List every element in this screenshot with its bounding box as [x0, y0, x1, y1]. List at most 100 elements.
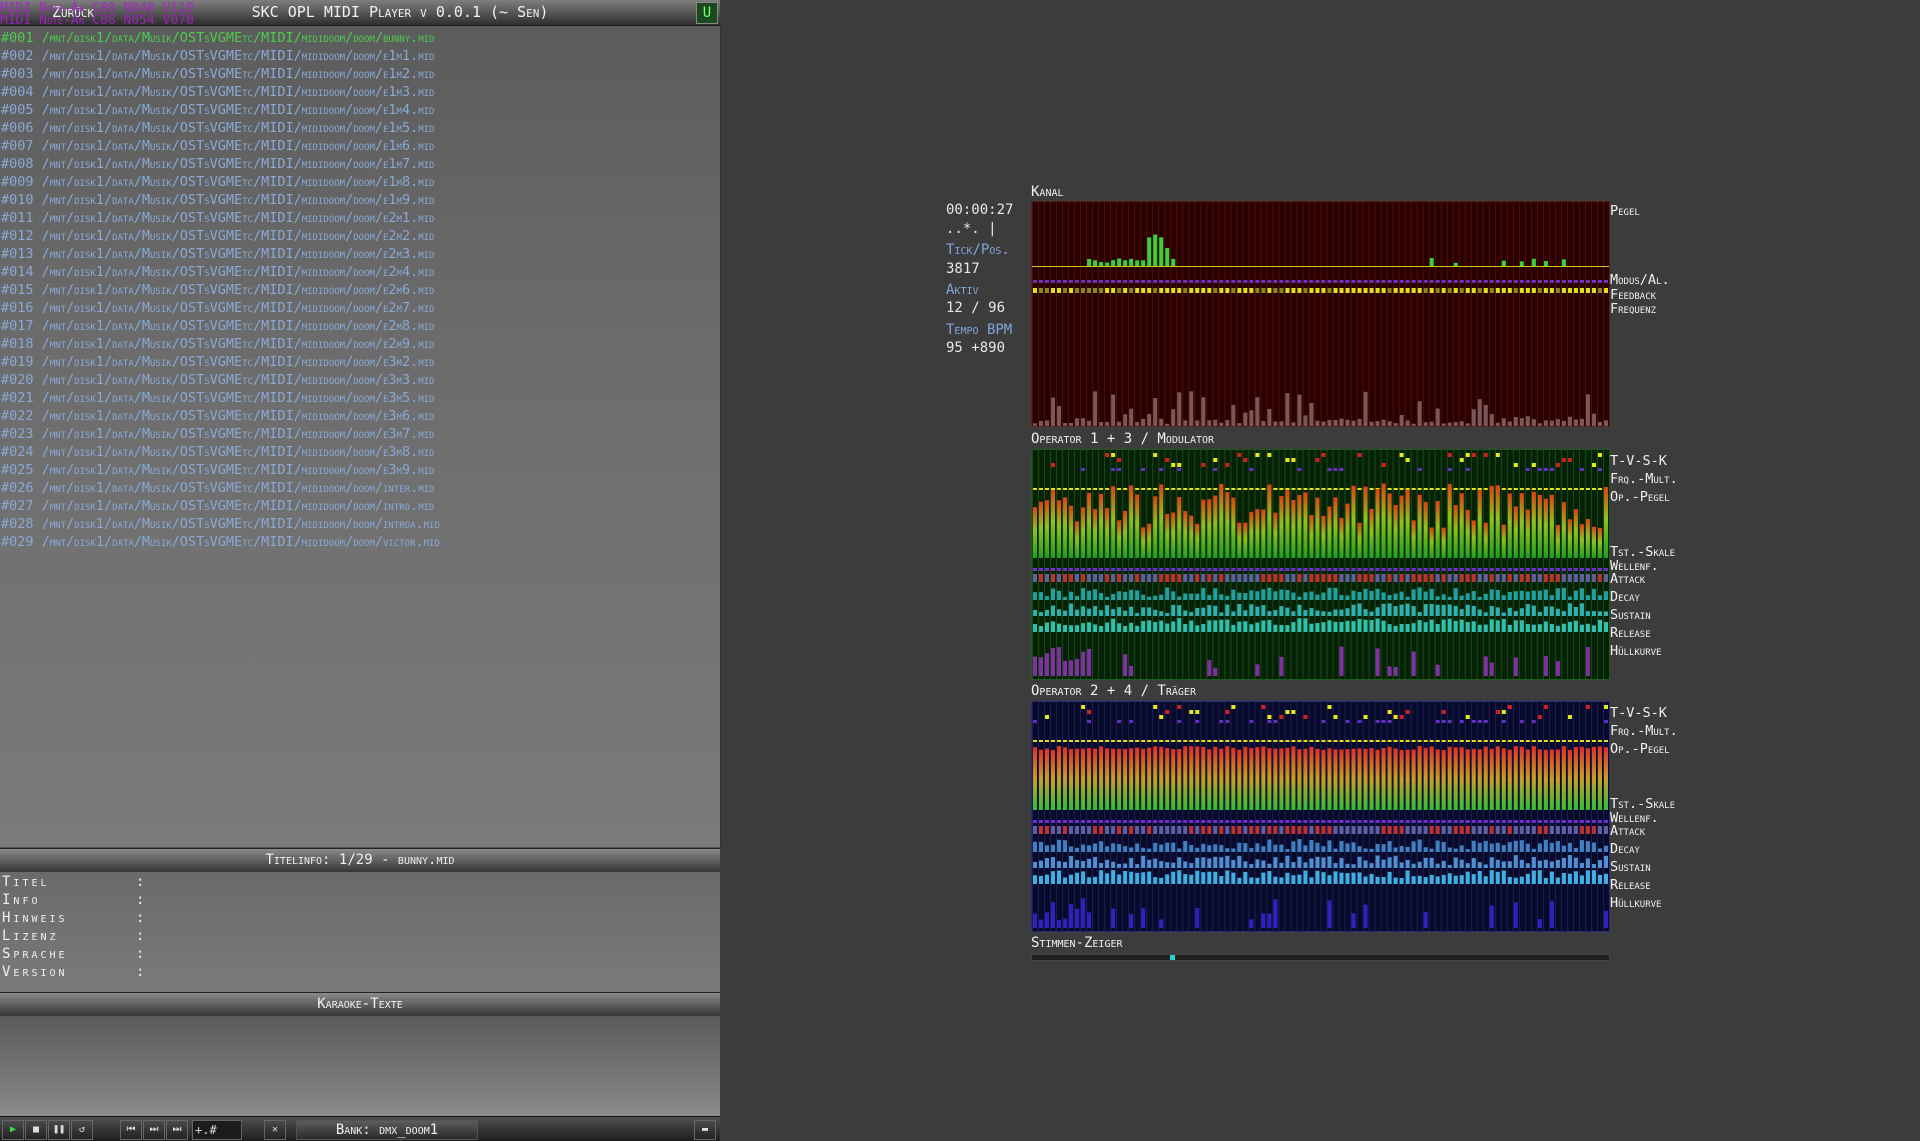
decay-bar	[1183, 593, 1188, 600]
titleinfo-label: Lizenz	[2, 928, 59, 944]
play-icon[interactable]: ▶	[2, 1120, 24, 1140]
freq-bar	[1213, 419, 1218, 426]
release-bar	[1111, 870, 1116, 884]
grid-line	[1572, 202, 1574, 426]
grid-line	[1404, 450, 1406, 679]
mode-mark	[1579, 280, 1584, 283]
release-bar	[1309, 623, 1314, 632]
playlist-item[interactable]: #022 /mnt/disk1/data/Musik/OSTsVGMEtc/MI…	[1, 407, 434, 425]
release-bar	[1243, 621, 1248, 632]
playlist-item[interactable]: #002 /mnt/disk1/data/Musik/OSTsVGMEtc/MI…	[1, 47, 434, 65]
playlist-item[interactable]: #021 /mnt/disk1/data/Musik/OSTsVGMEtc/MI…	[1, 389, 434, 407]
decay-bar	[1075, 595, 1080, 600]
playlist-item[interactable]: #007 /mnt/disk1/data/Musik/OSTsVGMEtc/MI…	[1, 137, 434, 155]
decay-bar	[1375, 588, 1380, 600]
playlist-item[interactable]: #004 /mnt/disk1/data/Musik/OSTsVGMEtc/MI…	[1, 83, 434, 101]
decay-bar	[1525, 591, 1530, 600]
playlist-item[interactable]: #029 /mnt/disk1/data/Musik/OSTsVGMEtc/MI…	[1, 533, 440, 551]
skip-forward-icon[interactable]: ⏭	[166, 1120, 188, 1140]
op-level-bar	[1039, 749, 1044, 810]
playlist-item[interactable]: #003 /mnt/disk1/data/Musik/OSTsVGMEtc/MI…	[1, 65, 434, 83]
playlist-item[interactable]: #006 /mnt/disk1/data/Musik/OSTsVGMEtc/MI…	[1, 119, 434, 137]
grid-line	[1458, 202, 1460, 426]
playlist-item[interactable]: #014 /mnt/disk1/data/Musik/OSTsVGMEtc/MI…	[1, 263, 434, 281]
op-level-bar	[1279, 496, 1284, 558]
decay-bar	[1483, 840, 1488, 852]
decay-bar	[1039, 592, 1044, 600]
freq-bar	[1273, 421, 1278, 426]
playlist-item[interactable]: #016 /mnt/disk1/data/Musik/OSTsVGMEtc/MI…	[1, 299, 434, 317]
close-icon[interactable]: ✕	[264, 1120, 286, 1140]
playlist-item[interactable]: #023 /mnt/disk1/data/Musik/OSTsVGMEtc/MI…	[1, 425, 434, 443]
level-line-mark	[1345, 488, 1350, 490]
playlist-item[interactable]: #011 /mnt/disk1/data/Musik/OSTsVGMEtc/MI…	[1, 209, 434, 227]
grid-line	[1398, 202, 1400, 426]
release-bar	[1531, 870, 1536, 884]
playlist-item[interactable]: #012 /mnt/disk1/data/Musik/OSTsVGMEtc/MI…	[1, 227, 434, 245]
playlist[interactable]: #001 /mnt/disk1/data/Musik/OSTsVGMEtc/MI…	[0, 25, 721, 847]
playlist-item[interactable]: #017 /mnt/disk1/data/Musik/OSTsVGMEtc/MI…	[1, 317, 434, 335]
playlist-item[interactable]: #019 /mnt/disk1/data/Musik/OSTsVGMEtc/MI…	[1, 353, 434, 371]
envelope-bar	[1033, 913, 1038, 928]
release-bar	[1501, 618, 1506, 632]
mode-mark	[1537, 280, 1542, 283]
playlist-item[interactable]: #001 /mnt/disk1/data/Musik/OSTsVGMEtc/MI…	[1, 29, 434, 47]
wave-mark	[1069, 568, 1074, 571]
wave-mark	[1375, 568, 1380, 571]
op-level-bar	[1195, 746, 1200, 810]
op-level-bar	[1477, 749, 1482, 810]
playlist-item[interactable]: #024 /mnt/disk1/data/Musik/OSTsVGMEtc/MI…	[1, 443, 434, 461]
release-bar	[1471, 621, 1476, 632]
grid-line	[1308, 202, 1310, 426]
level-line-mark	[1537, 740, 1542, 742]
op-level-bar	[1585, 748, 1590, 810]
level-line-mark	[1339, 740, 1344, 742]
freq-bar	[1231, 404, 1236, 426]
grid-line	[1362, 702, 1364, 931]
u-button[interactable]: U	[696, 2, 718, 24]
decay-bar	[1513, 591, 1518, 600]
mode-mark	[1567, 280, 1572, 283]
attack-bar	[1219, 826, 1224, 834]
next-track-icon[interactable]: ⏭	[143, 1120, 165, 1140]
attack-bar	[1057, 574, 1062, 582]
playlist-item[interactable]: #009 /mnt/disk1/data/Musik/OSTsVGMEtc/MI…	[1, 173, 434, 191]
playlist-item[interactable]: #008 /mnt/disk1/data/Musik/OSTsVGMEtc/MI…	[1, 155, 434, 173]
playlist-item[interactable]: #028 /mnt/disk1/data/Musik/OSTsVGMEtc/MI…	[1, 515, 440, 533]
back-button[interactable]: Zurück	[52, 3, 94, 21]
playlist-item[interactable]: #025 /mnt/disk1/data/Musik/OSTsVGMEtc/MI…	[1, 461, 434, 479]
playlist-item[interactable]: #005 /mnt/disk1/data/Musik/OSTsVGMEtc/MI…	[1, 101, 434, 119]
feedback-mark	[1387, 288, 1392, 293]
playlist-item[interactable]: #015 /mnt/disk1/data/Musik/OSTsVGMEtc/MI…	[1, 281, 434, 299]
stop-icon[interactable]: ■	[25, 1120, 47, 1140]
bank-selector[interactable]: Bank: dmx_doom1	[296, 1120, 478, 1140]
op-level-bar	[1123, 510, 1128, 558]
pause-icon[interactable]: ❚❚	[48, 1120, 70, 1140]
wave-mark	[1141, 568, 1146, 571]
playlist-item[interactable]: #018 /mnt/disk1/data/Musik/OSTsVGMEtc/MI…	[1, 335, 434, 353]
playlist-item[interactable]: #026 /mnt/disk1/data/Musik/OSTsVGMEtc/MI…	[1, 479, 434, 497]
op1-label: Release	[1610, 625, 1651, 641]
playlist-item[interactable]: #010 /mnt/disk1/data/Musik/OSTsVGMEtc/MI…	[1, 191, 434, 209]
decay-bar	[1483, 593, 1488, 600]
level-line-mark	[1153, 740, 1158, 742]
folder-icon[interactable]: ▬	[694, 1120, 716, 1140]
skip-back-icon[interactable]: ⏮	[120, 1120, 142, 1140]
playlist-item[interactable]: #027 /mnt/disk1/data/Musik/OSTsVGMEtc/MI…	[1, 497, 434, 515]
grid-line	[1116, 702, 1118, 931]
grid-line	[1290, 202, 1292, 426]
wave-mark	[1525, 820, 1530, 823]
grid-line	[1602, 450, 1604, 679]
wave-mark	[1387, 820, 1392, 823]
playlist-item[interactable]: #020 /mnt/disk1/data/Musik/OSTsVGMEtc/MI…	[1, 371, 434, 389]
mode-mark	[1039, 280, 1044, 283]
loop-icon[interactable]: ↺	[71, 1120, 93, 1140]
sustain-bar	[1411, 606, 1416, 616]
level-line-mark	[1105, 488, 1110, 490]
release-bar	[1441, 619, 1446, 632]
grid-line	[1344, 450, 1346, 679]
seek-input[interactable]: +.#	[192, 1120, 242, 1140]
decay-bar	[1117, 844, 1122, 852]
playlist-item[interactable]: #013 /mnt/disk1/data/Musik/OSTsVGMEtc/MI…	[1, 245, 434, 263]
grid-line	[1578, 702, 1580, 931]
